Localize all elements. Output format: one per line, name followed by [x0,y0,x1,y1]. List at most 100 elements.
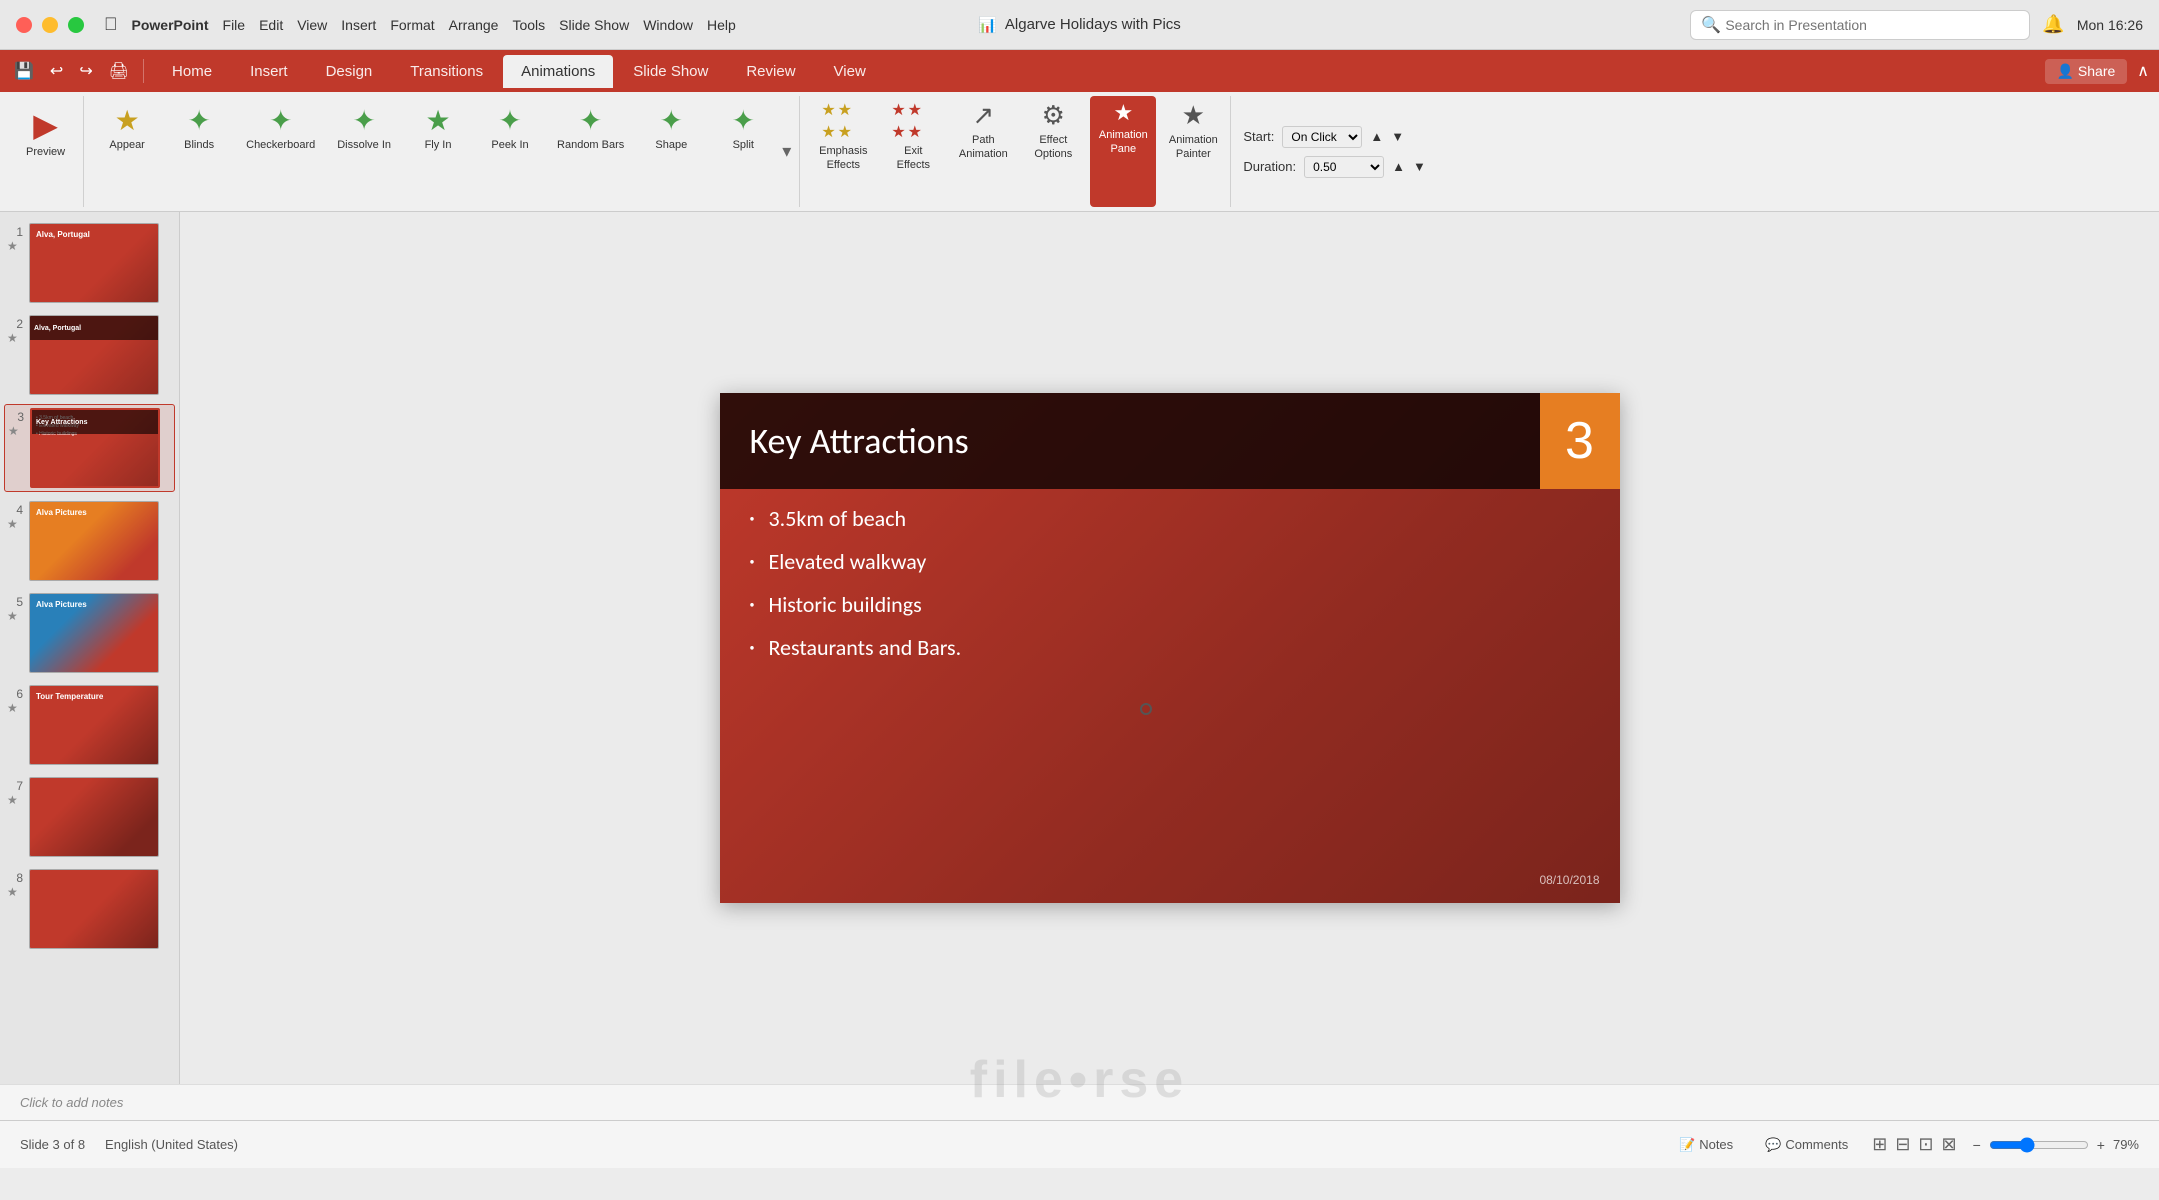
menu-view[interactable]: View [297,17,327,33]
window-title: Algarve Holidays with Pics [1005,16,1181,33]
anim-split[interactable]: ✦ Split [708,96,778,155]
tab-home[interactable]: Home [154,55,230,88]
normal-view-icon[interactable]: ⊞ [1872,1134,1887,1155]
slide-num-8: 8 [7,869,23,885]
bullet-text-3: Historic buildings [768,591,921,618]
menu-arrange[interactable]: Arrange [449,17,499,33]
slide-thumb-6[interactable]: 6 ★ Tour Temperature [4,682,175,768]
bullet-dot-2: • [750,555,755,568]
zoom-out-icon[interactable]: − [1973,1137,1981,1153]
save-icon[interactable]: 💾 [10,59,38,83]
tab-insert[interactable]: Insert [232,55,306,88]
tab-transitions[interactable]: Transitions [392,55,501,88]
mouse-cursor [1140,703,1152,715]
preview-label: Preview [26,146,65,158]
start-down-arrow[interactable]: ▼ [1391,129,1404,144]
share-button[interactable]: 👤 Share [2045,59,2128,84]
anim-flyin[interactable]: ★ Fly In [403,96,473,155]
thumb-label-5: Alva Pictures [36,600,87,609]
menu-window[interactable]: Window [643,17,693,33]
slide-thumb-4[interactable]: 4 ★ Alva Pictures [4,498,175,584]
comments-button[interactable]: 💬 Comments [1757,1133,1856,1157]
thumb-bar-2: Alva, Portugal [30,316,158,340]
tab-slideshow[interactable]: Slide Show [615,55,726,88]
close-button[interactable] [16,17,32,33]
presentation-icon: 📊 [978,16,997,34]
menu-file[interactable]: File [223,17,246,33]
duration-select[interactable]: 0.50 1.00 2.00 [1304,156,1384,178]
effect-options-button[interactable]: ⚙ EffectOptions [1020,96,1086,207]
bullet-text-1: 3.5km of beach [768,505,906,532]
bullet-dot-4: • [750,641,755,654]
redo-icon[interactable]: ↪ [75,59,96,83]
zoom-slider-input[interactable] [1989,1137,2089,1153]
tab-design[interactable]: Design [308,55,391,88]
zoom-in-icon[interactable]: + [2097,1137,2105,1153]
shape-icon: ✦ [660,104,683,137]
anim-blinds[interactable]: ✦ Blinds [164,96,234,155]
notification-icon[interactable]: 🔔 [2042,14,2064,35]
undo-icon[interactable]: ↩ [46,59,67,83]
bullet-text-2: Elevated walkway [768,548,926,575]
minimize-button[interactable] [42,17,58,33]
exit-effects-button[interactable]: ★ ★ ★ ★ ExitEffects [880,96,946,207]
duration-label: Duration: [1243,159,1296,174]
slide-thumb-2[interactable]: 2 ★ Alva, Portugal [4,312,175,398]
menu-edit[interactable]: Edit [259,17,283,33]
collapse-ribbon-icon[interactable]: ∧ [2137,61,2149,81]
animation-gallery: ★ Appear ✦ Blinds ✦ Checkerboard ✦ Disso… [92,96,795,207]
slide-thumb-7[interactable]: 7 ★ [4,774,175,860]
tab-review[interactable]: Review [728,55,813,88]
bullet-dot-3: • [750,598,755,611]
slide-num-4: 4 [7,501,23,517]
start-select[interactable]: On Click With Previous After Previous [1282,126,1362,148]
maximize-button[interactable] [68,17,84,33]
anim-randombars[interactable]: ✦ Random Bars [547,96,634,155]
slide-thumb-1[interactable]: 1 ★ Alva, Portugal [4,220,175,306]
menu-insert[interactable]: Insert [341,17,376,33]
start-up-arrow[interactable]: ▲ [1370,129,1383,144]
menu-tools[interactable]: Tools [512,17,545,33]
emphasis-effects-button[interactable]: ★ ★ ★ ★ EmphasisEffects [810,96,876,207]
animation-painter-button[interactable]: ★ AnimationPainter [1160,96,1226,207]
slide-img-7 [29,777,159,857]
duration-up-arrow[interactable]: ▲ [1392,159,1405,174]
menu-help[interactable]: Help [707,17,736,33]
apple-menu[interactable]:  [104,14,118,35]
slide-star-7: ★ [7,793,23,807]
anim-checkerboard[interactable]: ✦ Checkerboard [236,96,325,155]
anim-peekin[interactable]: ✦ Peek In [475,96,545,155]
window-title-area: 📊 Algarve Holidays with Pics [978,16,1181,34]
app-menu-powerpoint[interactable]: PowerPoint [132,17,209,33]
animation-pane-button[interactable]: ★ AnimationPane [1090,96,1156,207]
notes-bar[interactable]: Click to add notes [0,1084,2159,1120]
tab-animations[interactable]: Animations [503,55,613,88]
slide-thumb-5[interactable]: 5 ★ Alva Pictures [4,590,175,676]
slide-edit-area[interactable]: Key Attractions 3 • 3.5km of beach • Ele… [180,212,2159,1084]
path-animation-button[interactable]: ↗ PathAnimation [950,96,1016,207]
anim-appear[interactable]: ★ Appear [92,96,162,155]
slide-thumb-8[interactable]: 8 ★ [4,866,175,952]
main-slide[interactable]: Key Attractions 3 • 3.5km of beach • Ele… [720,393,1620,903]
ribbon-animations: ▶ Preview ★ Appear ✦ Blinds ✦ Checkerboa… [0,92,2159,212]
scroll-down-arrow[interactable]: ▾ [778,137,795,166]
duration-down-arrow[interactable]: ▼ [1413,159,1426,174]
search-input[interactable] [1725,17,2019,33]
anim-shape[interactable]: ✦ Shape [636,96,706,155]
titlebar-right: 🔍 🔔 Mon 16:26 [1690,10,2143,40]
notes-button[interactable]: 📝 Notes [1671,1133,1741,1157]
tab-view[interactable]: View [816,55,884,88]
slide-thumb-3[interactable]: 3 ★ Key Attractions • 3.5km of beach • E… [4,404,175,492]
grid-view-icon[interactable]: ⊟ [1895,1134,1910,1155]
menu-slideshow[interactable]: Slide Show [559,17,629,33]
search-bar[interactable]: 🔍 [1690,10,2030,40]
preview-button[interactable]: ▶ Preview [16,100,75,164]
slide-img-3: Key Attractions • 3.5km of beach • Eleva… [30,408,160,488]
anim-dissolve[interactable]: ✦ Dissolve In [327,96,401,155]
animation-pane-icon: ★ [1113,100,1133,126]
slide-info: Slide 3 of 8 [20,1137,85,1152]
menu-format[interactable]: Format [390,17,434,33]
reading-view-icon[interactable]: ⊡ [1918,1134,1933,1155]
print-icon[interactable]: 🖨 [105,59,133,83]
presenter-view-icon[interactable]: ⊠ [1942,1134,1957,1155]
